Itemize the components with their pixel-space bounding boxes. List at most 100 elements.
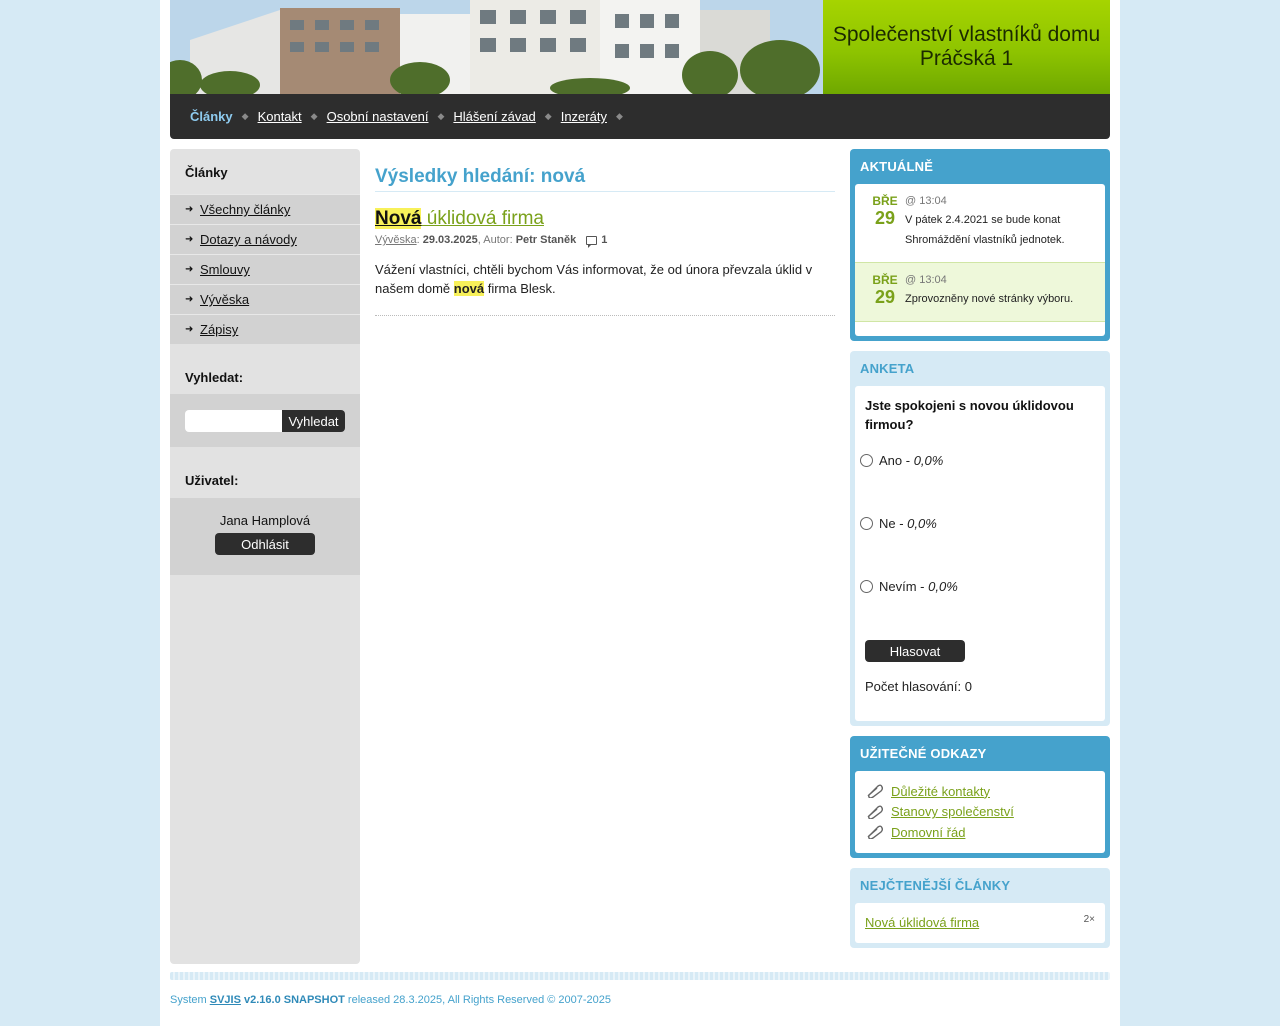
nav-item-inzeraty[interactable]: Inzeráty <box>561 109 607 124</box>
news-list: BŘE 29 @ 13:04 V pátek 2.4.2021 se bude … <box>855 184 1105 336</box>
nav-item-clanky[interactable]: Články <box>190 109 233 124</box>
search-input[interactable] <box>185 410 283 432</box>
article-title: Nová úklidová firma <box>375 208 835 230</box>
news-day: 29 <box>874 208 896 228</box>
news-text: Zprovozněny nové stránky výboru. <box>905 293 1074 305</box>
poll-count: Počet hlasování: 0 <box>865 679 972 694</box>
search-form: Vyhledat <box>170 394 360 447</box>
sidebar-item-vyveska[interactable]: ➜ Vývěska <box>170 284 360 314</box>
sidebar-item-zapisy[interactable]: ➜ Zápisy <box>170 314 360 344</box>
news-day: 29 <box>874 287 896 307</box>
poll-option-nevim[interactable]: Nevím - 0,0% <box>860 579 958 594</box>
article-title-rest: úklidová firma <box>421 208 544 229</box>
top-articles-title: NEJČTENĚJŠÍ ČLÁNKY <box>860 877 1011 893</box>
comment-count: 1 <box>601 234 608 246</box>
excerpt-text-before: Vážení vlastníci, chtěli bychom Vás info… <box>375 262 813 296</box>
sidebar-item-label[interactable]: Vývěska <box>200 292 249 307</box>
search-title: Vyhledat: <box>185 370 244 385</box>
news-month: BŘE <box>872 194 898 208</box>
article-author-label: , Autor: <box>477 234 516 246</box>
news-date: BŘE 29 <box>865 273 905 313</box>
nav-item-osobni-nastaveni[interactable]: Osobní nastavení <box>327 109 429 124</box>
poll-box: ANKETA Jste spokojeni s novou úklidovou … <box>850 351 1110 726</box>
poll-form: Jste spokojeni s novou úklidovou firmou?… <box>855 386 1105 721</box>
top-article-link[interactable]: Nová úklidová firma <box>865 915 979 930</box>
article-date: 29.03.2025 <box>422 234 478 246</box>
sidebar-item-dotazy-a-navody[interactable]: ➜ Dotazy a návody <box>170 224 360 254</box>
sidebar-item-vsechny-clanky[interactable]: ➜ Všechny články <box>170 194 360 224</box>
logout-button[interactable]: Odhlásit <box>215 533 315 555</box>
news-item: BŘE 29 @ 13:04 V pátek 2.4.2021 se bude … <box>855 184 1105 262</box>
top-article-item: Nová úklidová firma 2× <box>855 902 1105 943</box>
link-item: Domovní řád <box>865 822 1095 843</box>
sidebar-item-label[interactable]: Všechny články <box>200 202 290 217</box>
radio-button[interactable] <box>860 454 873 467</box>
poll-option-ano[interactable]: Ano - 0,0% <box>860 453 943 468</box>
footer-suffix: released 28.3.2025, All Rights Reserved … <box>344 994 612 1006</box>
site-title: Společenství vlastníků domu Práčská 1 <box>832 23 1101 70</box>
sidebar-item-smlouvy[interactable]: ➜ Smlouvy <box>170 254 360 284</box>
top-articles-box: NEJČTENĚJŠÍ ČLÁNKY Nová úklidová firma 2… <box>850 867 1110 948</box>
main-nav: Články ◆ Kontakt ◆ Osobní nastavení ◆ Hl… <box>170 94 1110 139</box>
sidebar-item-label[interactable]: Dotazy a návody <box>200 232 297 247</box>
header-photo <box>170 0 823 94</box>
paperclip-icon <box>867 784 883 799</box>
link-item: Důležité kontakty <box>865 781 1095 802</box>
article-excerpt: Vážení vlastníci, chtěli bychom Vás info… <box>375 260 835 316</box>
page-title: Výsledky hledání: nová <box>375 166 835 192</box>
news-box: AKTUÁLNĚ BŘE 29 @ 13:04 V pátek 2.4.2021… <box>850 149 1110 341</box>
footer-prefix: System <box>170 994 210 1006</box>
news-content: @ 13:04 Zprovozněny nové stránky výboru. <box>905 273 1095 313</box>
nav-separator-icon: ◆ <box>310 111 318 121</box>
poll-option-label: Nevím - <box>879 579 929 594</box>
nav-item-kontakt[interactable]: Kontakt <box>258 109 302 124</box>
excerpt-text-after: firma Blesk. <box>484 281 556 296</box>
link-domovni-rad[interactable]: Domovní řád <box>891 825 965 840</box>
sidebar-category-list: ➜ Všechny články ➜ Dotazy a návody ➜ Sml… <box>170 194 360 344</box>
links-spacer <box>865 843 1095 851</box>
vote-button[interactable]: Hlasovat <box>865 640 965 662</box>
news-month: BŘE <box>872 273 898 287</box>
article-title-link[interactable]: Nová úklidová firma <box>375 208 544 229</box>
user-title: Uživatel: <box>185 473 239 488</box>
user-panel: Jana Hamplová Odhlásit <box>170 498 360 575</box>
arrow-right-icon: ➜ <box>185 204 194 215</box>
poll-option-label: Ne - <box>879 516 908 531</box>
nav-separator-icon: ◆ <box>437 111 445 121</box>
site-title-box: Společenství vlastníků domu Práčská 1 <box>823 0 1110 94</box>
news-list-spacer <box>855 322 1105 336</box>
poll-option-percent: 0,0% <box>928 579 958 594</box>
article-author: Petr Staněk <box>515 234 577 246</box>
radio-button[interactable] <box>860 580 873 593</box>
news-content: @ 13:04 V pátek 2.4.2021 se bude konat S… <box>905 194 1095 254</box>
footer-divider <box>170 972 1110 980</box>
link-dulezite-kontakty[interactable]: Důležité kontakty <box>891 784 990 799</box>
poll-option-percent: 0,0% <box>907 516 937 531</box>
arrow-right-icon: ➜ <box>185 234 194 245</box>
paperclip-icon <box>867 825 883 840</box>
paperclip-icon <box>867 805 883 819</box>
arrow-right-icon: ➜ <box>185 294 194 305</box>
news-box-title: AKTUÁLNĚ <box>860 159 934 174</box>
search-highlight: nová <box>453 281 485 296</box>
link-stanovy-spolecenstvi[interactable]: Stanovy společenství <box>891 804 1014 819</box>
sidebar-item-label[interactable]: Zápisy <box>200 322 238 337</box>
top-article-count: 2× <box>1083 914 1095 925</box>
links-box-title: UŽITEČNÉ ODKAZY <box>860 746 987 761</box>
link-item: Stanovy společenství <box>865 802 1095 823</box>
sidebar-item-label[interactable]: Smlouvy <box>200 262 250 277</box>
footer-system-link[interactable]: SVJIS <box>210 994 241 1006</box>
left-sidebar: Články ➜ Všechny články ➜ Dotazy a návod… <box>170 149 360 964</box>
article-meta: Vývěska : 29.03.2025 , Autor: Petr Staně… <box>375 234 835 248</box>
news-time: @ 13:04 <box>905 274 947 286</box>
news-item: BŘE 29 @ 13:04 Zprovozněny nové stránky … <box>855 262 1105 322</box>
poll-option-ne[interactable]: Ne - 0,0% <box>860 516 937 531</box>
search-button[interactable]: Vyhledat <box>282 410 345 432</box>
radio-button[interactable] <box>860 517 873 530</box>
search-highlight: Nová <box>375 208 422 229</box>
nav-item-hlaseni-zavad[interactable]: Hlášení závad <box>453 109 535 124</box>
nav-separator-icon: ◆ <box>615 111 623 121</box>
article-category-link[interactable]: Vývěska <box>375 234 417 246</box>
poll-option-percent: 0,0% <box>913 453 944 468</box>
sidebar-articles-title: Články <box>185 165 228 180</box>
